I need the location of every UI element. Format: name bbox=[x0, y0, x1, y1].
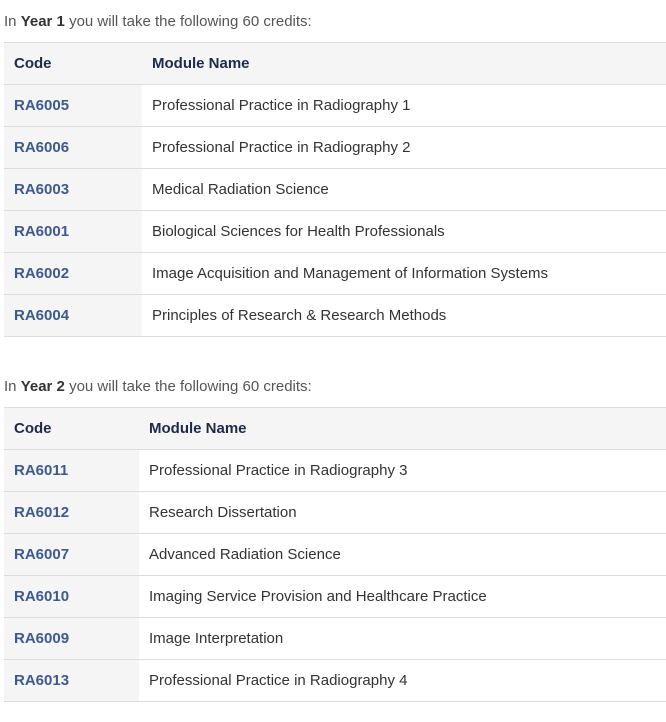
code-column-header: Code bbox=[4, 407, 139, 450]
intro-prefix: In bbox=[4, 13, 17, 30]
module-code[interactable]: RA6010 bbox=[4, 575, 139, 618]
module-code[interactable]: RA6004 bbox=[4, 294, 142, 337]
module-name: Image Interpretation bbox=[139, 617, 666, 660]
table-header-row: Code Module Name bbox=[4, 407, 666, 450]
table-row: RA6010 Imaging Service Provision and Hea… bbox=[4, 575, 666, 618]
table-row: RA6011 Professional Practice in Radiogra… bbox=[4, 449, 666, 492]
intro-suffix: you will take the following 60 credits: bbox=[69, 378, 312, 395]
module-code[interactable]: RA6002 bbox=[4, 252, 142, 295]
year-1-intro: In Year 1 you will take the following 60… bbox=[4, 0, 666, 42]
module-name-column-header: Module Name bbox=[139, 407, 666, 450]
intro-suffix: you will take the following 60 credits: bbox=[69, 13, 312, 30]
module-name: Professional Practice in Radiography 2 bbox=[142, 126, 666, 169]
year-2-modules-table: Code Module Name RA6011 Professional Pra… bbox=[4, 407, 666, 702]
module-name: Biological Sciences for Health Professio… bbox=[142, 210, 666, 253]
table-row: RA6013 Professional Practice in Radiogra… bbox=[4, 659, 666, 702]
module-code[interactable]: RA6013 bbox=[4, 659, 139, 702]
table-row: RA6003 Medical Radiation Science bbox=[4, 168, 666, 211]
module-code[interactable]: RA6006 bbox=[4, 126, 142, 169]
module-code[interactable]: RA6012 bbox=[4, 491, 139, 534]
table-row: RA6004 Principles of Research & Research… bbox=[4, 294, 666, 337]
year-1-modules-table: Code Module Name RA6005 Professional Pra… bbox=[4, 42, 666, 337]
module-code[interactable]: RA6009 bbox=[4, 617, 139, 660]
table-row: RA6006 Professional Practice in Radiogra… bbox=[4, 126, 666, 169]
year-2-intro: In Year 2 you will take the following 60… bbox=[4, 365, 666, 407]
table-row: RA6009 Image Interpretation bbox=[4, 617, 666, 660]
table-row: RA6001 Biological Sciences for Health Pr… bbox=[4, 210, 666, 253]
table-row: RA6005 Professional Practice in Radiogra… bbox=[4, 84, 666, 127]
year-1-section: In Year 1 you will take the following 60… bbox=[4, 0, 666, 337]
table-row: RA6007 Advanced Radiation Science bbox=[4, 533, 666, 576]
module-code[interactable]: RA6001 bbox=[4, 210, 142, 253]
module-name: Imaging Service Provision and Healthcare… bbox=[139, 575, 666, 618]
module-name-column-header: Module Name bbox=[142, 42, 666, 85]
module-code[interactable]: RA6007 bbox=[4, 533, 139, 576]
module-name: Professional Practice in Radiography 3 bbox=[139, 449, 666, 492]
module-name: Image Acquisition and Management of Info… bbox=[142, 252, 666, 295]
year-label: Year 1 bbox=[20, 13, 65, 30]
module-code[interactable]: RA6005 bbox=[4, 84, 142, 127]
year-label: Year 2 bbox=[20, 378, 65, 395]
table-row: RA6012 Research Dissertation bbox=[4, 491, 666, 534]
module-code[interactable]: RA6003 bbox=[4, 168, 142, 211]
year-2-section: In Year 2 you will take the following 60… bbox=[4, 365, 666, 702]
table-row: RA6002 Image Acquisition and Management … bbox=[4, 252, 666, 295]
module-name: Research Dissertation bbox=[139, 491, 666, 534]
module-name: Advanced Radiation Science bbox=[139, 533, 666, 576]
module-code[interactable]: RA6011 bbox=[4, 449, 139, 492]
intro-prefix: In bbox=[4, 378, 17, 395]
module-name: Principles of Research & Research Method… bbox=[142, 294, 666, 337]
code-column-header: Code bbox=[4, 42, 142, 85]
table-header-row: Code Module Name bbox=[4, 42, 666, 85]
module-name: Medical Radiation Science bbox=[142, 168, 666, 211]
module-name: Professional Practice in Radiography 1 bbox=[142, 84, 666, 127]
module-name: Professional Practice in Radiography 4 bbox=[139, 659, 666, 702]
